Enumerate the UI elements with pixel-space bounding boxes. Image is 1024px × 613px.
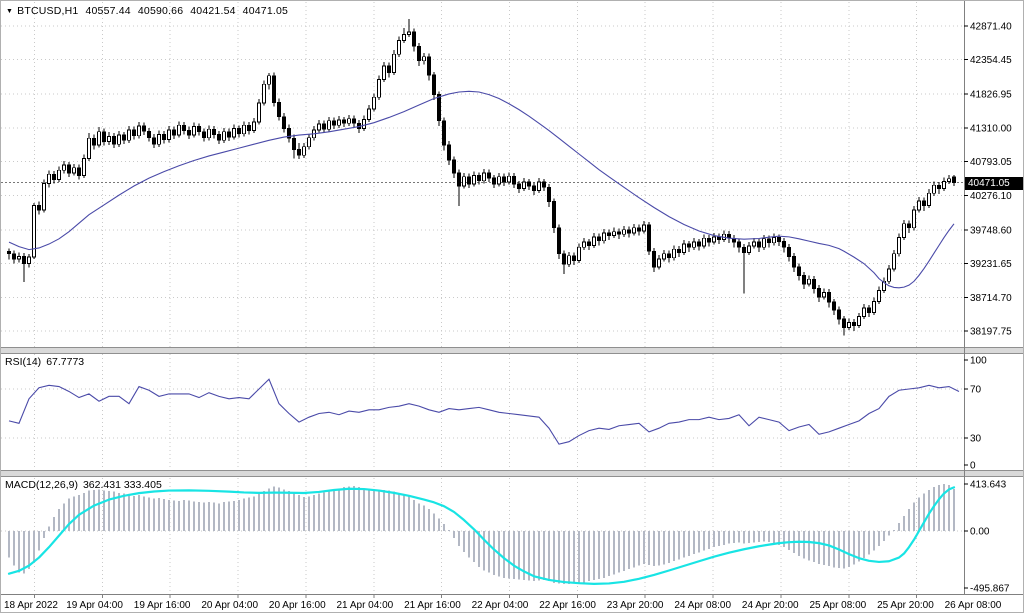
rsi-macd-splitter[interactable] — [1, 470, 1024, 477]
chevron-down-icon[interactable]: ▼ — [6, 8, 13, 15]
price-chart-area[interactable] — [1, 2, 964, 347]
rsi-indicator-label: RSI(14) — [5, 356, 41, 368]
price-axis[interactable] — [964, 1, 1024, 594]
price-rsi-splitter[interactable] — [1, 347, 1024, 354]
macd-chart-area[interactable] — [1, 477, 964, 594]
current-price-tag: 40471.05 — [965, 177, 1024, 190]
symbol-header: ▼ BTCUSD,H1 40557.44 40590.66 40421.54 40471.… — [6, 5, 288, 17]
macd-indicator-label: MACD(12,26,9) — [5, 479, 78, 491]
time-axis[interactable] — [1, 594, 1024, 613]
chart-canvas: 42871.4042354.4541826.9541310.0040793.05… — [1, 1, 1024, 613]
chart-window: 42871.4042354.4541826.9541310.0040793.05… — [0, 0, 1024, 613]
macd-header: MACD(12,26,9) 362.431 333.405 — [5, 479, 162, 491]
symbol-label: BTCUSD,H1 — [17, 5, 78, 17]
high-value: 40590.66 — [138, 5, 183, 17]
rsi-chart-area[interactable] — [1, 354, 964, 470]
rsi-indicator-value: 67.7773 — [46, 356, 84, 368]
rsi-header: RSI(14) 67.7773 — [5, 356, 84, 368]
close-value: 40471.05 — [243, 5, 288, 17]
open-value: 40557.44 — [85, 5, 130, 17]
low-value: 40421.54 — [190, 5, 235, 17]
macd-indicator-values: 362.431 333.405 — [83, 479, 162, 491]
